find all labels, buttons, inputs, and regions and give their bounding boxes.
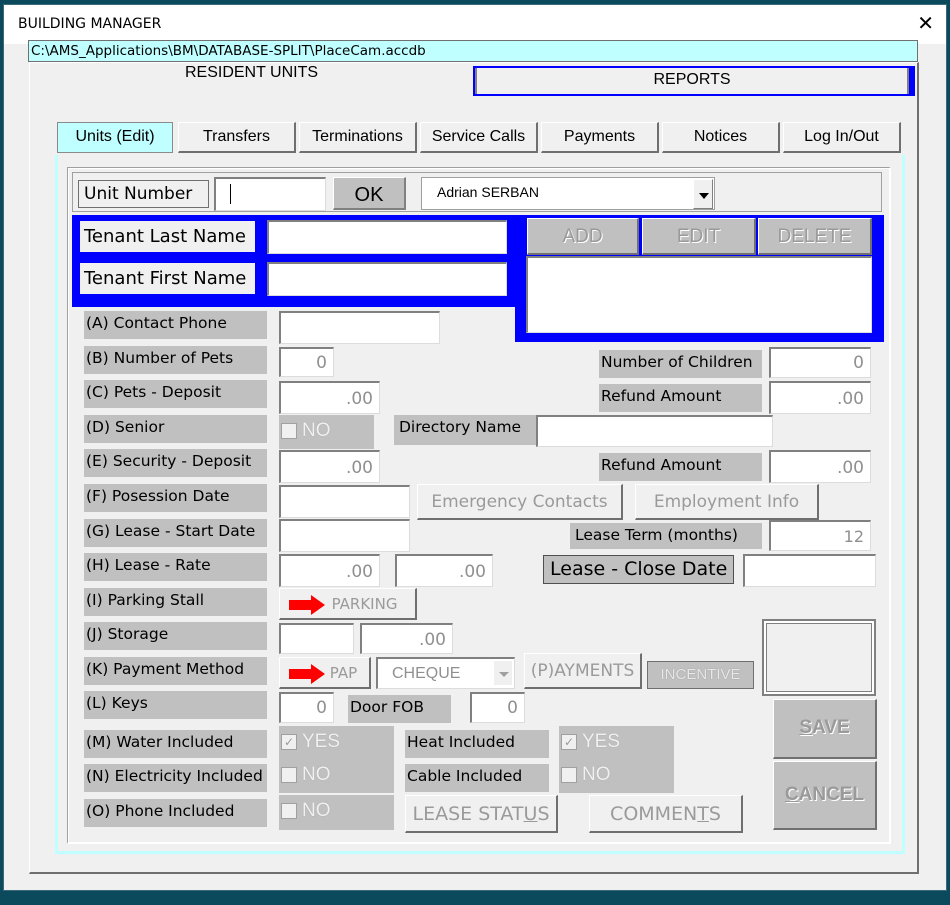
directory-name-input[interactable] [536,415,773,447]
tenant-last-name-input[interactable] [267,220,507,254]
storage-amount-input[interactable]: .00 [360,623,453,654]
chevron-down-icon[interactable] [493,660,513,686]
tenant-last-name-label: Tenant Last Name [80,221,255,252]
checkbox-checked-icon: ✓ [561,734,577,750]
occupants-list[interactable] [526,256,872,333]
pets-deposit-label: (C) Pets - Deposit [84,380,267,408]
parking-stall-label: (I) Parking Stall [84,588,267,616]
phone-included-checkbox[interactable]: NO [279,795,394,830]
delete-button[interactable]: DELETE [758,218,872,255]
security-deposit-input[interactable]: .00 [279,450,380,483]
subtab-service-calls[interactable]: Service Calls [420,122,538,153]
comments-button[interactable]: COMMENTS [589,795,743,833]
lease-close-date-label: Lease - Close Date [543,555,734,584]
tab-reports-label: REPORTS [475,68,909,94]
add-button[interactable]: ADD [527,218,639,255]
subtab-notices[interactable]: Notices [662,122,780,153]
payments-button[interactable]: (P)AYMENTS [524,653,642,689]
storage-input[interactable] [279,623,354,654]
number-of-pets-input[interactable]: 0 [279,347,334,377]
lease-rate-secondary-input[interactable]: .00 [395,554,493,587]
incentive-button[interactable]: INCENTIVE [647,661,754,689]
electricity-included-checkbox[interactable]: NO [279,759,394,792]
number-of-pets-label: (B) Number of Pets [84,346,267,374]
phone-included-label: (O) Phone Included [84,799,267,827]
senior-checkbox[interactable]: NO [279,415,374,449]
subtab-payments[interactable]: Payments [541,122,659,153]
title-bar: BUILDING MANAGER ✕ [4,5,946,44]
water-included-label: (M) Water Included [84,730,267,758]
red-arrow-icon [289,595,325,615]
lease-status-button[interactable]: LEASE STATUS [405,795,558,833]
lease-start-date-input[interactable] [279,519,410,552]
contact-phone-input[interactable] [279,311,440,344]
checkbox-checked-icon: ✓ [281,734,297,750]
lease-start-date-label: (G) Lease - Start Date [84,519,267,547]
number-of-children-label: Number of Children [599,350,762,378]
save-button[interactable]: SAVE [773,699,877,759]
checkbox-icon [281,423,297,439]
contact-phone-label: (A) Contact Phone [84,311,267,339]
unit-number-input[interactable] [214,177,326,211]
subtab-transfers[interactable]: Transfers [178,122,296,153]
chevron-down-icon[interactable] [693,179,713,209]
door-fob-label: Door FOB [348,695,451,723]
posession-date-label: (F) Posession Date [84,484,267,512]
pap-button[interactable]: PAP [279,657,371,689]
red-arrow-icon [289,664,325,684]
tenant-first-name-input[interactable] [267,262,507,296]
lease-close-date-input[interactable] [743,554,876,587]
keys-input[interactable]: 0 [279,692,334,723]
ok-button[interactable]: OK [333,177,406,210]
database-path: C:\AMS_Applications\BM\DATABASE-SPLIT\Pl… [28,40,918,62]
payment-method-select[interactable]: CHEQUE [376,657,515,689]
checkbox-icon [281,803,297,819]
lease-rate-label: (H) Lease - Rate [84,553,267,581]
checkbox-icon [561,767,577,783]
unit-number-label: Unit Number [78,180,209,208]
payment-method-label: (K) Payment Method [84,657,267,685]
security-deposit-label: (E) Security - Deposit [84,449,267,477]
edit-button[interactable]: EDIT [642,218,756,255]
subtab-terminations[interactable]: Terminations [299,122,417,153]
electricity-included-label: (N) Electricity Included [84,764,267,792]
security-refund-label: Refund Amount [599,453,762,481]
user-combo-value: Adrian SERBAN [437,184,539,200]
lease-term-input[interactable]: 12 [769,520,871,551]
tab-reports[interactable]: REPORTS [473,66,915,96]
posession-date-input[interactable] [279,485,410,518]
storage-label: (J) Storage [84,622,267,650]
cable-included-label: Cable Included [405,764,549,792]
keys-label: (L) Keys [84,691,267,719]
cancel-button[interactable]: CANCEL [773,761,877,830]
water-included-checkbox[interactable]: ✓ YES [279,726,394,759]
tenant-first-name-label: Tenant First Name [80,263,255,294]
cable-included-checkbox[interactable]: NO [559,759,674,792]
senior-label: (D) Senior [84,415,267,443]
photo-box [762,619,876,696]
subtab-log-in-out[interactable]: Log In/Out [783,122,901,153]
emergency-contacts-button[interactable]: Emergency Contacts [417,484,623,520]
checkbox-icon [281,767,297,783]
pets-refund-label: Refund Amount [599,384,762,412]
directory-name-label: Directory Name [394,415,536,445]
subtab-units-edit[interactable]: Units (Edit) [57,122,173,153]
pets-deposit-input[interactable]: .00 [279,381,380,414]
lease-rate-input[interactable]: .00 [279,554,380,587]
parking-button[interactable]: PARKING [279,588,417,620]
heat-included-label: Heat Included [405,730,549,758]
heat-included-checkbox[interactable]: ✓ YES [559,726,674,759]
user-combo[interactable]: Adrian SERBAN [421,177,715,210]
window-title: BUILDING MANAGER [18,16,162,32]
employment-info-button[interactable]: Employment Info [635,484,819,520]
pets-refund-input[interactable]: .00 [769,381,871,414]
tab-resident-units[interactable]: RESIDENT UNITS [29,63,474,93]
lease-term-label: Lease Term (months) [570,523,762,549]
security-refund-input[interactable]: .00 [769,450,871,483]
door-fob-input[interactable]: 0 [470,692,525,723]
close-icon[interactable]: ✕ [917,11,934,35]
number-of-children-input[interactable]: 0 [769,347,871,378]
